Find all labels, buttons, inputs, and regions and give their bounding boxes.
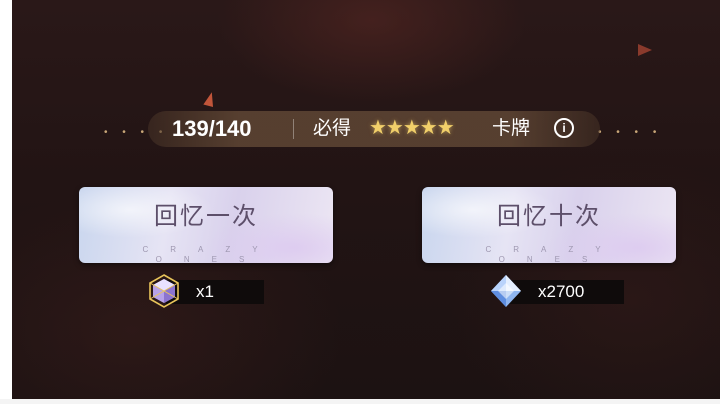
blue-diamond-icon [491, 275, 521, 307]
draw-ten-button[interactable]: 回忆十次 CRAZY ONES [422, 187, 676, 264]
pity-dots-right: • • • • [598, 127, 663, 138]
divider [293, 119, 294, 139]
five-star-icon: ★★★★★ [369, 117, 455, 139]
draw-once-title: 回忆一次 [154, 203, 258, 230]
pity-suffix: 卡牌 [492, 118, 531, 139]
left-edge [0, 0, 12, 404]
pity-counter-bar: 139/140 必得 ★★★★★ 卡牌 i [148, 111, 600, 147]
info-icon[interactable]: i [554, 118, 574, 138]
decorative-triangle [638, 44, 652, 56]
bottom-edge [0, 399, 720, 404]
purple-crystal-icon [149, 274, 179, 308]
draw-ten-cost-value: x2700 [508, 280, 624, 304]
draw-once-button[interactable]: 回忆一次 CRAZY ONES [79, 187, 333, 264]
draw-ten-subtitle: CRAZY ONES [485, 245, 623, 264]
draw-ten-title: 回忆十次 [497, 203, 601, 230]
draw-once-subtitle: CRAZY ONES [142, 245, 280, 264]
pity-count: 139/140 [172, 116, 252, 141]
pity-label: 必得 [313, 118, 352, 139]
